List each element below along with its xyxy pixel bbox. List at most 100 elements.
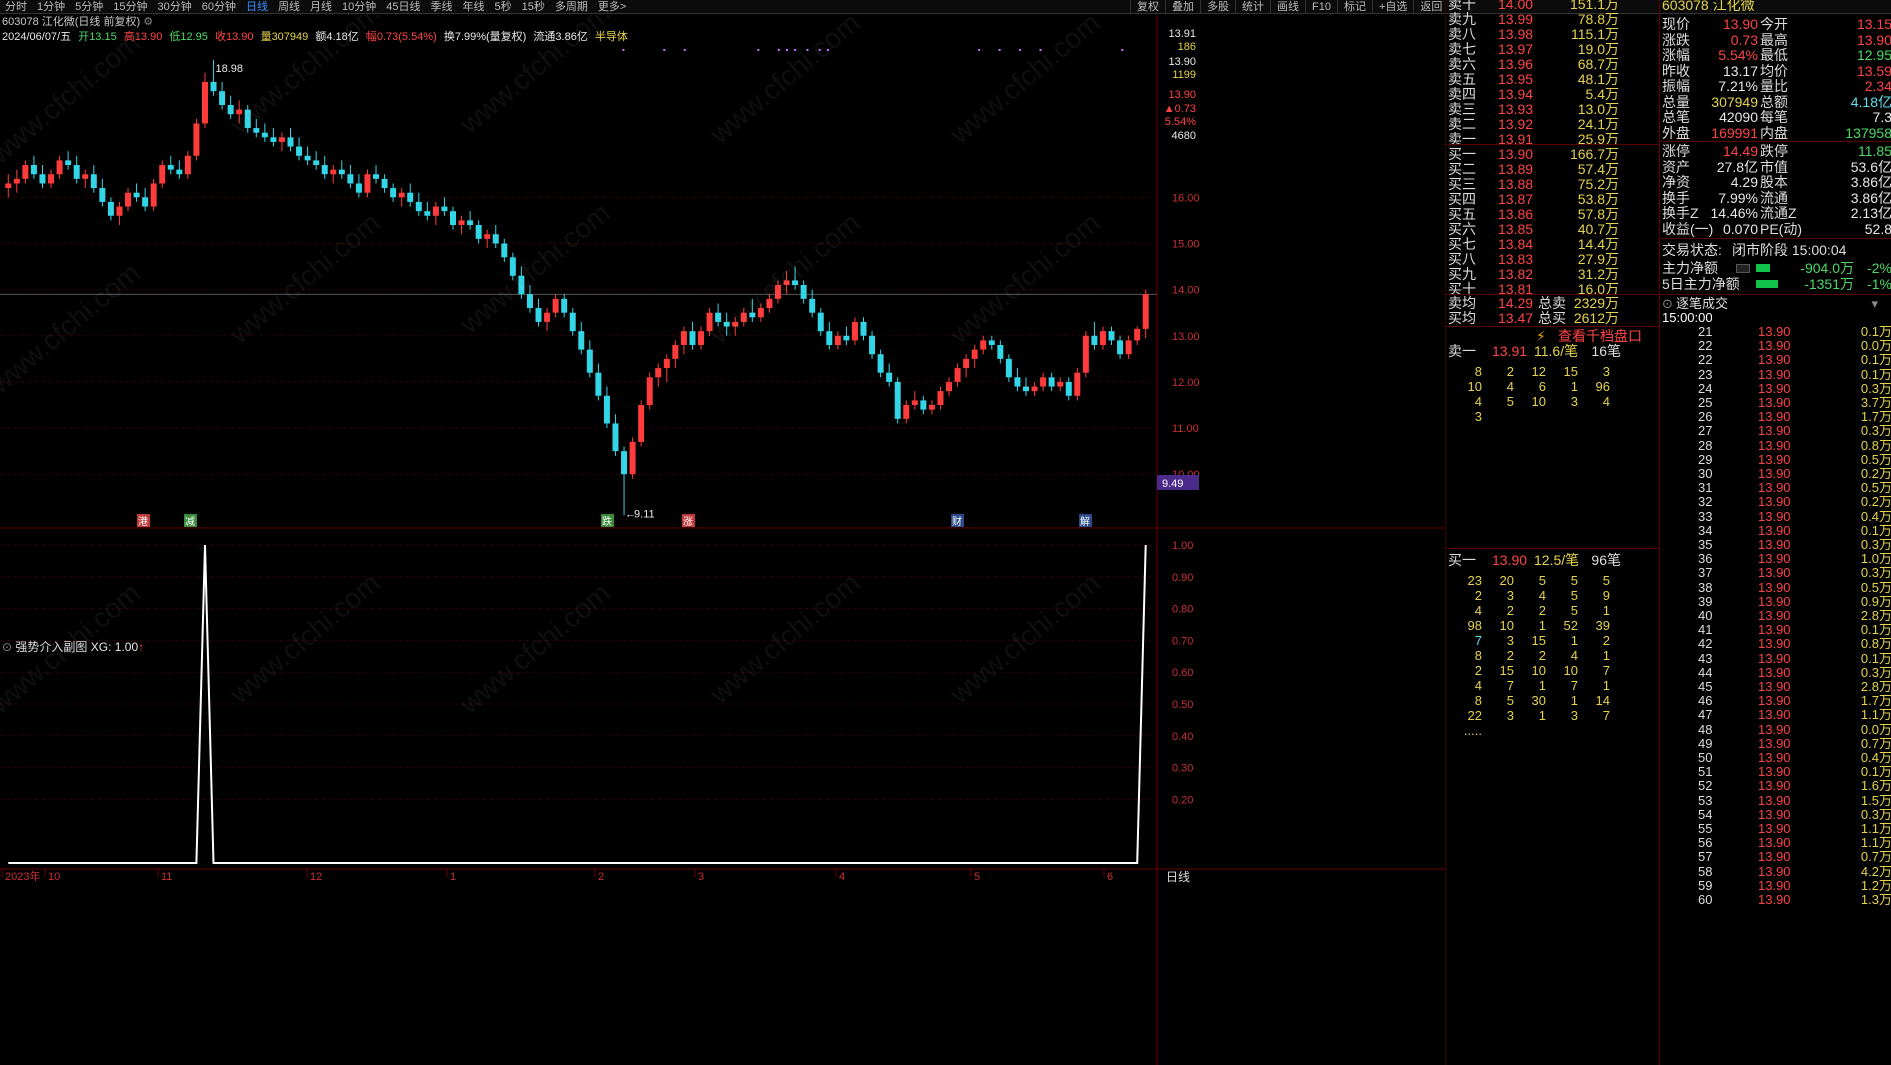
candle-body[interactable] [1125, 340, 1132, 355]
tool-button[interactable]: 复权 [1130, 0, 1165, 14]
candle-body[interactable] [1048, 377, 1055, 387]
candle-body[interactable] [492, 234, 499, 244]
indicator-toggle-icon[interactable]: ⊙ [2, 640, 12, 654]
candle-body[interactable] [467, 220, 474, 225]
candle-body[interactable] [569, 312, 576, 332]
indicator-title[interactable]: ⊙ 强势介入副图 XG: 1.00↑ [2, 638, 144, 655]
candle-body[interactable] [997, 345, 1004, 359]
candle-body[interactable] [612, 423, 619, 452]
candle-body[interactable] [886, 372, 893, 382]
candle-body[interactable] [184, 155, 191, 175]
candle-body[interactable] [903, 405, 910, 419]
candle-body[interactable] [65, 160, 72, 165]
tool-button[interactable]: 统计 [1235, 0, 1270, 14]
candle-body[interactable] [988, 340, 995, 345]
candle-body[interactable] [1014, 377, 1021, 387]
candle-body[interactable] [313, 160, 320, 165]
candle-body[interactable] [1040, 377, 1047, 387]
candle-body[interactable] [201, 81, 208, 124]
kline-chart-area[interactable]: 16.0015.0014.0013.0012.0011.0010.0013.91… [0, 15, 1445, 1065]
candle-body[interactable] [646, 377, 653, 405]
candle-body[interactable] [22, 165, 29, 179]
candle-body[interactable] [501, 243, 508, 258]
candle-body[interactable] [843, 335, 850, 341]
settings-gear-icon[interactable]: ⚙ [143, 16, 153, 28]
period-tab[interactable]: 分时 [0, 0, 32, 14]
period-tab[interactable]: 更多> [593, 0, 631, 14]
candle-body[interactable] [270, 137, 277, 142]
candle-body[interactable] [578, 331, 585, 350]
candle-body[interactable] [655, 368, 662, 378]
candle-body[interactable] [449, 211, 456, 225]
candle-body[interactable] [278, 137, 285, 142]
info-icon[interactable] [1736, 264, 1750, 273]
candle-body[interactable] [475, 225, 482, 239]
candle-body[interactable] [894, 381, 901, 419]
candle-body[interactable] [330, 169, 337, 175]
candle-body[interactable] [167, 165, 174, 170]
candle-body[interactable] [116, 206, 123, 216]
candle-body[interactable] [56, 160, 63, 175]
tool-button[interactable]: 标记 [1336, 0, 1372, 14]
candle-body[interactable] [689, 331, 696, 345]
period-tab[interactable]: 1分钟 [32, 0, 70, 14]
candle-body[interactable] [800, 285, 807, 299]
candle-body[interactable] [826, 331, 833, 345]
event-marker[interactable]: 减 [185, 516, 195, 528]
tool-button[interactable]: 叠加 [1165, 0, 1200, 14]
period-tab[interactable]: 15分钟 [108, 0, 152, 14]
candle-body[interactable] [82, 174, 89, 179]
candle-body[interactable] [219, 91, 226, 105]
candle-body[interactable] [441, 206, 448, 212]
candle-body[interactable] [603, 395, 610, 424]
period-tab[interactable]: 季线 [426, 0, 458, 14]
candle-body[interactable] [364, 174, 371, 193]
candle-body[interactable] [1099, 331, 1106, 345]
candle-body[interactable] [133, 192, 140, 198]
candle-body[interactable] [698, 331, 705, 345]
period-tab[interactable]: 5分钟 [70, 0, 108, 14]
net-5d-row[interactable]: 5日主力净额 -1351万 -1% [1660, 275, 1891, 294]
candle-body[interactable] [629, 441, 636, 475]
candle-body[interactable] [407, 192, 414, 202]
candle-body[interactable] [415, 201, 422, 212]
candle-body[interactable] [398, 192, 405, 198]
candle-body[interactable] [809, 298, 816, 313]
sector-link[interactable]: 半导体 [595, 31, 628, 43]
tool-button[interactable]: +自选 [1371, 0, 1413, 14]
candle-body[interactable] [911, 400, 918, 405]
candle-body[interactable] [99, 188, 106, 202]
tool-button[interactable]: 多股 [1200, 0, 1235, 14]
candle-body[interactable] [5, 183, 12, 189]
period-tab[interactable]: 月线 [305, 0, 337, 14]
candle-body[interactable] [1031, 386, 1038, 392]
candle-body[interactable] [663, 358, 670, 369]
candle-body[interactable] [1142, 294, 1149, 329]
candle-body[interactable] [595, 372, 602, 396]
candle-body[interactable] [860, 321, 867, 336]
candle-body[interactable] [621, 451, 628, 475]
candle-body[interactable] [1082, 335, 1089, 373]
candle-body[interactable] [971, 349, 978, 359]
order-queue-more[interactable]: ..... [1456, 723, 1482, 738]
candle-body[interactable] [680, 331, 687, 345]
candle-body[interactable] [920, 400, 927, 410]
candle-body[interactable] [1074, 372, 1081, 396]
candle-body[interactable] [1134, 328, 1141, 341]
candle-body[interactable] [851, 321, 858, 341]
candle-body[interactable] [30, 165, 37, 175]
kline-chart-svg[interactable]: 16.0015.0014.0013.0012.0011.0010.0013.91… [0, 15, 1445, 1065]
candle-body[interactable] [150, 183, 157, 207]
candle-body[interactable] [544, 312, 551, 322]
candle-body[interactable] [142, 197, 149, 207]
candle-body[interactable] [834, 335, 841, 345]
candle-body[interactable] [107, 201, 114, 216]
candle-body[interactable] [424, 211, 431, 216]
candle-body[interactable] [90, 174, 97, 189]
candle-body[interactable] [373, 174, 380, 179]
candle-body[interactable] [526, 294, 533, 309]
event-marker[interactable]: 解 [1080, 515, 1090, 528]
candle-body[interactable] [1108, 331, 1115, 341]
candle-body[interactable] [672, 345, 679, 359]
candle-body[interactable] [73, 165, 80, 179]
